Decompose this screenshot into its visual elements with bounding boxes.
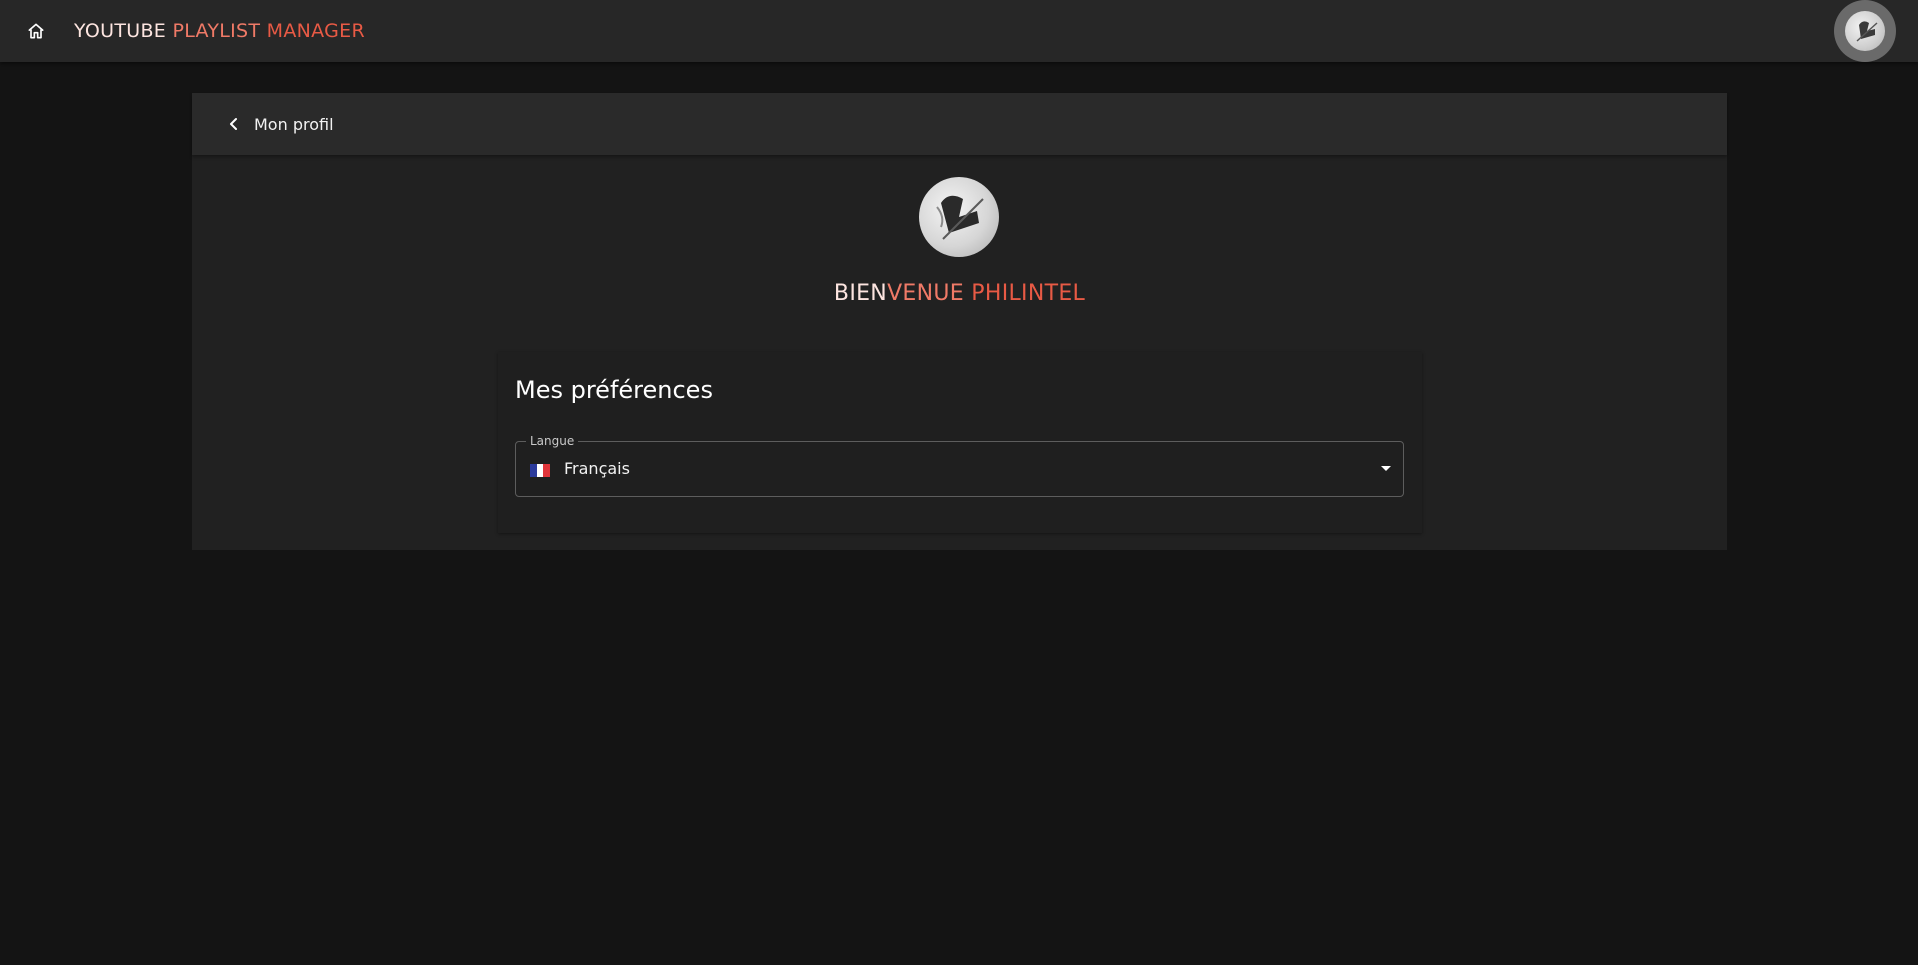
language-select-label: Langue [526,434,579,448]
welcome-part-1: BIEN [833,281,888,306]
preferences-panel: Mes préférences Langue Français [498,352,1422,533]
profile-card: Mon profil BIENVENUE PHILINTEL Mes préfé… [192,93,1727,550]
app-title-word-1: YOUTUBE [74,20,167,42]
user-avatar [1845,11,1885,51]
welcome-part-2: VENUE [887,281,964,306]
france-flag-icon [530,464,550,477]
welcome-heading: BIENVENUE PHILINTEL [192,281,1727,306]
language-select[interactable]: Langue Français [515,434,1404,497]
chevron-left-icon [230,118,237,130]
profile-card-header: Mon profil [192,93,1727,155]
app-title-word-2: PLAYLIST [172,20,261,42]
app-title: YOUTUBE PLAYLIST MANAGER [74,20,365,42]
app-title-word-3: MANAGER [266,20,365,42]
top-app-bar: YOUTUBE PLAYLIST MANAGER [0,0,1918,62]
caret-down-icon [1381,466,1391,471]
language-select-value: Français [564,459,630,478]
profile-avatar [919,177,999,257]
preferences-title: Mes préférences [515,376,713,404]
home-button[interactable] [18,13,54,49]
back-button-label: Mon profil [254,114,334,134]
home-icon [28,23,44,39]
welcome-username: PHILINTEL [971,281,1086,306]
back-button[interactable]: Mon profil [228,115,334,134]
user-avatar-button[interactable] [1834,0,1896,62]
